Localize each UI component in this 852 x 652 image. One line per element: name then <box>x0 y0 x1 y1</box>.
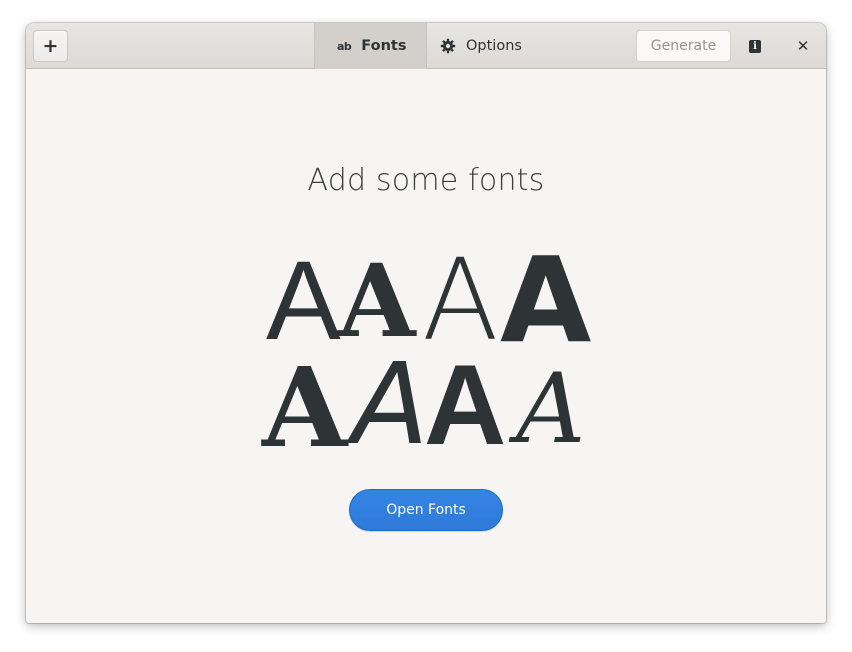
open-fonts-button[interactable]: Open Fonts <box>349 489 503 531</box>
open-fonts-button-label: Open Fonts <box>386 502 466 518</box>
close-button[interactable]: ✕ <box>789 30 817 62</box>
glyph-sample-8: A <box>516 353 586 465</box>
generate-button[interactable]: Generate <box>636 30 731 62</box>
font-samples-illustration: A A A A A A A A <box>262 236 596 463</box>
info-icon: i <box>749 39 761 53</box>
page-title: Add some fonts <box>307 163 545 198</box>
info-button[interactable]: i <box>741 30 769 62</box>
main-content: Add some fonts A A A A A A A A Open Font… <box>26 69 826 623</box>
close-icon: ✕ <box>796 37 810 55</box>
header-bar: + ab Fonts Options Generate i ✕ <box>26 23 826 69</box>
glyph-sample-4: A <box>500 231 592 369</box>
glyph-sample-6: A <box>352 340 429 470</box>
tab-fonts-label: Fonts <box>361 38 407 54</box>
generate-button-label: Generate <box>650 38 717 54</box>
tab-fonts[interactable]: ab Fonts <box>314 23 427 69</box>
glyph-sample-3: A <box>422 236 499 366</box>
glyph-sample-7: A <box>424 342 507 469</box>
gear-icon <box>440 38 456 54</box>
tab-options[interactable]: Options <box>427 23 537 69</box>
plus-icon: + <box>42 35 59 57</box>
glyph-sample-5: A <box>262 343 348 472</box>
add-button[interactable]: + <box>33 30 68 62</box>
ab-icon: ab <box>337 39 352 53</box>
glyph-sample-2: A <box>338 242 416 360</box>
tab-options-label: Options <box>466 38 522 54</box>
glyph-sample-1: A <box>266 238 341 363</box>
app-window: + ab Fonts Options Generate i ✕ Add some… <box>26 23 826 623</box>
